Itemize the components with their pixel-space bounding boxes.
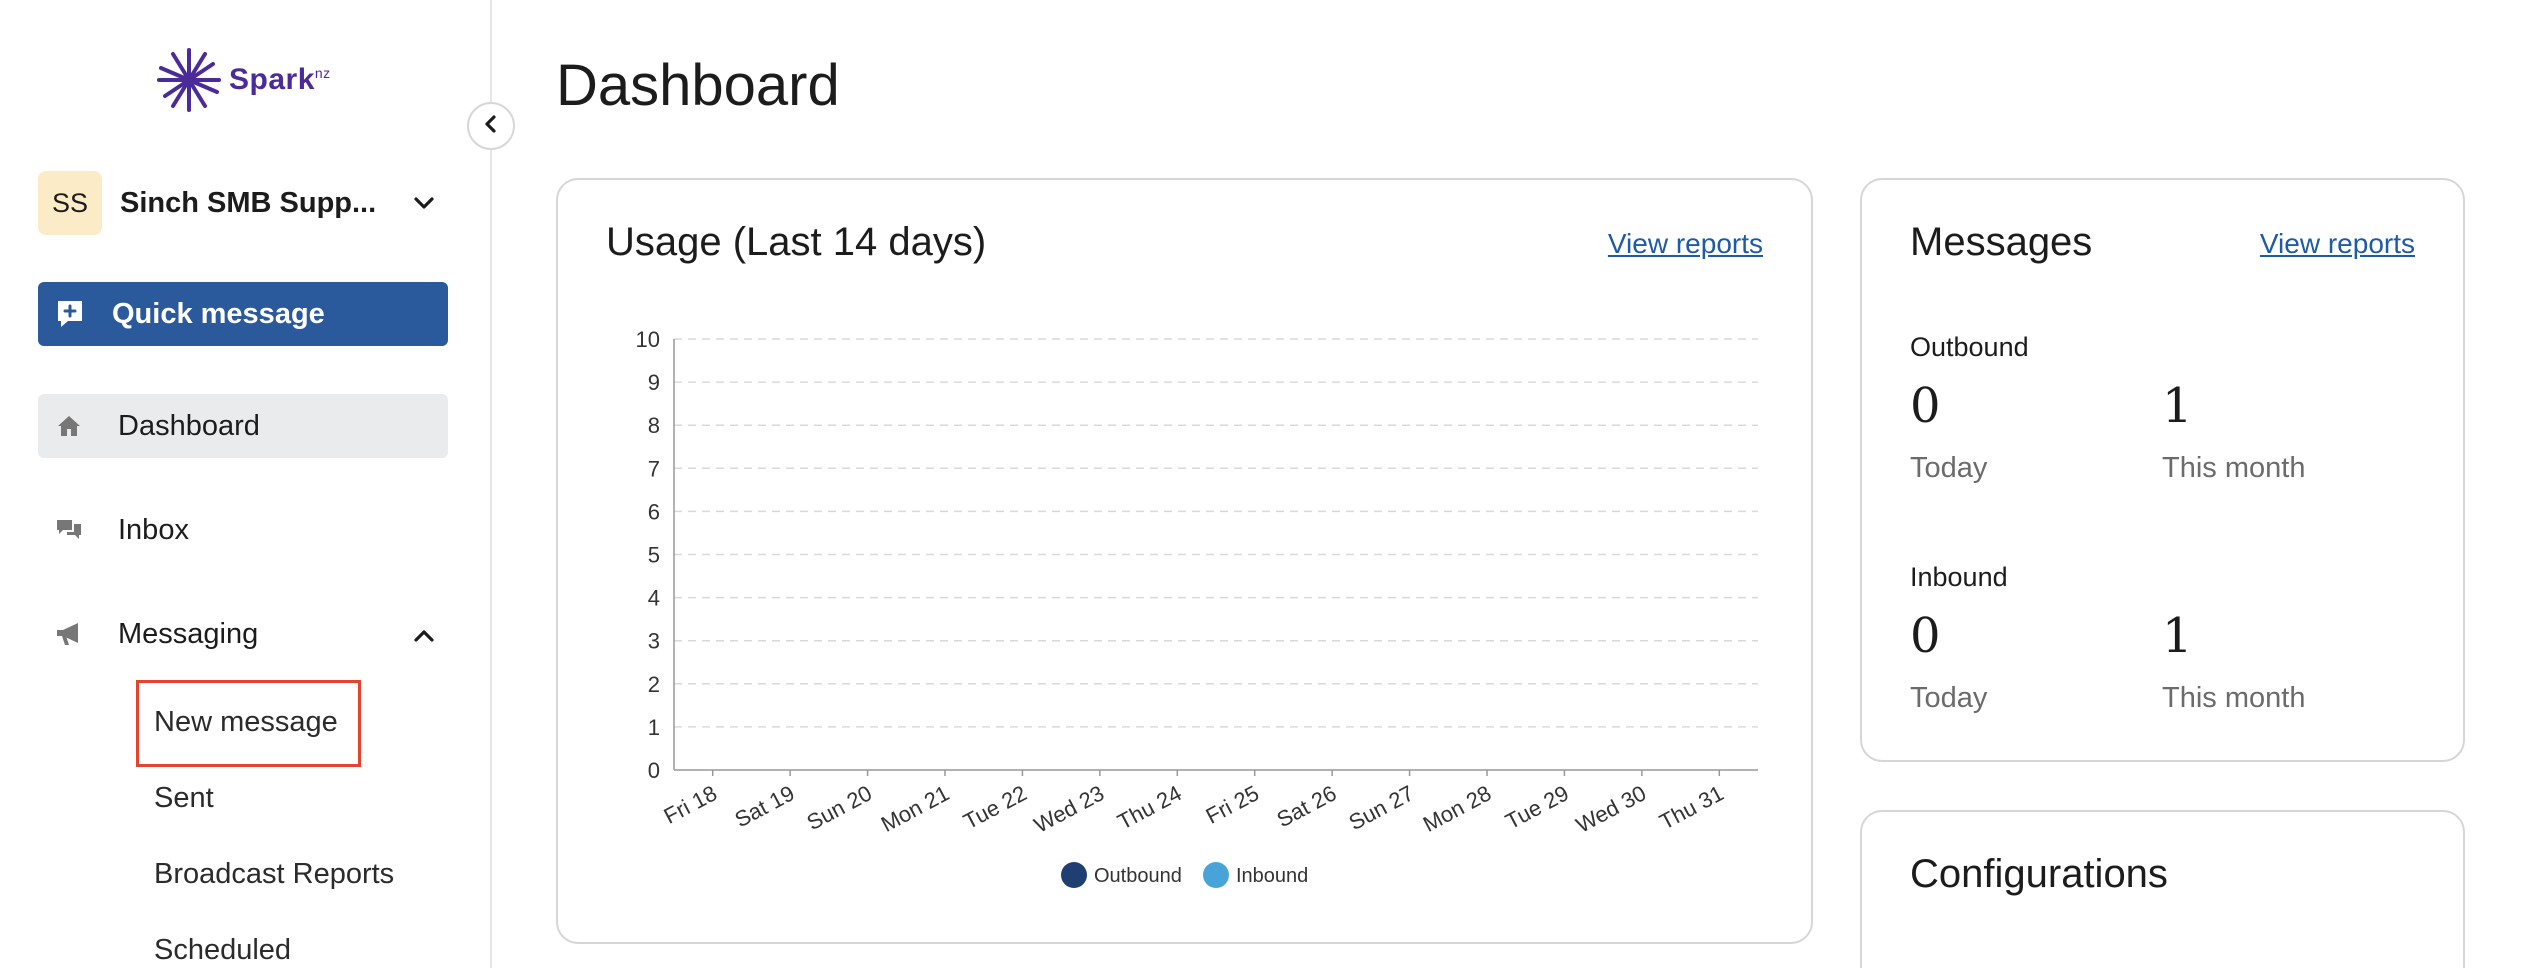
quick-message-button[interactable]: Quick message [38, 282, 448, 346]
x-tick-label: Thu 24 [1113, 780, 1185, 834]
sidebar-item-messaging[interactable]: Messaging [38, 602, 448, 666]
y-tick-label: 7 [648, 456, 660, 481]
y-tick-label: 5 [648, 543, 660, 568]
legend-swatch-inbound [1203, 862, 1229, 888]
x-tick-label: Thu 31 [1655, 780, 1727, 834]
sidebar-item-label: Inbox [118, 513, 189, 546]
x-tick-label: Sun 20 [803, 780, 876, 835]
page-title: Dashboard [556, 53, 840, 118]
legend-label: Inbound [1236, 865, 1308, 887]
chat-bubbles-icon [54, 517, 84, 543]
configurations-card: Configurations [1860, 810, 2465, 968]
messages-title: Messages [1910, 220, 2093, 264]
messages-card: Messages View reports Outbound 0 Today 1… [1860, 178, 2465, 762]
x-tick-label: Mon 28 [1419, 780, 1496, 837]
y-tick-label: 4 [648, 586, 660, 611]
spark-star-icon [157, 48, 221, 112]
y-tick-label: 9 [648, 370, 660, 395]
x-tick-label: Wed 30 [1572, 780, 1650, 837]
account-avatar: SS [38, 171, 102, 235]
x-tick-label: Fri 18 [660, 780, 721, 828]
add-message-icon [54, 298, 86, 330]
y-tick-label: 1 [648, 715, 660, 740]
x-tick-label: Sun 27 [1345, 780, 1418, 835]
y-tick-label: 8 [648, 413, 660, 438]
sidebar: Sparknz SS Sinch SMB Supp... Quick messa… [0, 0, 492, 968]
quick-message-label: Quick message [112, 297, 325, 330]
legend-label: Outbound [1094, 865, 1182, 887]
megaphone-icon [54, 620, 84, 648]
chevron-left-icon [479, 112, 503, 141]
x-tick-label: Mon 21 [877, 780, 954, 837]
sidebar-item-dashboard[interactable]: Dashboard [38, 394, 448, 458]
account-name: Sinch SMB Supp... [120, 186, 377, 219]
sidebar-subitem-broadcast-reports[interactable]: Broadcast Reports [154, 858, 394, 891]
brand-name: Sparknz [229, 63, 331, 96]
inbound-today-label: Today [1910, 682, 1988, 714]
outbound-month-label: This month [2162, 452, 2306, 484]
outbound-month-value: 1 [2162, 378, 2193, 434]
sidebar-subitem-sent[interactable]: Sent [154, 782, 214, 815]
outbound-label: Outbound [1910, 332, 2029, 362]
inbound-month-label: This month [2162, 682, 2306, 714]
inbound-label: Inbound [1910, 562, 2008, 592]
y-tick-label: 2 [648, 672, 660, 697]
legend-swatch-outbound [1061, 862, 1087, 888]
usage-card: Usage (Last 14 days) View reports 012345… [556, 178, 1813, 944]
x-tick-label: Wed 23 [1030, 780, 1108, 837]
sidebar-item-label: Messaging [118, 617, 259, 650]
home-icon [54, 413, 84, 439]
inbound-today-value: 0 [1910, 608, 1941, 664]
sidebar-subitem-scheduled[interactable]: Scheduled [154, 934, 291, 967]
usage-chart: 012345678910Fri 18 Sat 19 Sun 20 Mon 21 Tue … [636, 327, 1758, 888]
sidebar-item-inbox[interactable]: Inbox [38, 498, 448, 562]
messages-view-reports-link[interactable]: View reports [2260, 228, 2415, 260]
x-tick-label: Fri 25 [1202, 780, 1263, 828]
outbound-today-value: 0 [1910, 378, 1941, 434]
sidebar-item-label: Dashboard [118, 409, 260, 442]
y-tick-label: 0 [648, 758, 660, 783]
chevron-down-icon [410, 189, 438, 222]
collapse-sidebar-button[interactable] [467, 102, 515, 150]
y-tick-label: 3 [648, 629, 660, 654]
y-tick-label: 6 [648, 499, 660, 524]
spark-logo[interactable]: Sparknz [155, 46, 331, 114]
y-tick-label: 10 [636, 327, 660, 352]
x-tick-label: Tue 22 [959, 780, 1031, 834]
inbound-month-value: 1 [2162, 608, 2193, 664]
x-tick-label: Sat 19 [731, 780, 799, 832]
configurations-title: Configurations [1910, 852, 2168, 896]
sidebar-subitem-new-message[interactable]: New message [154, 706, 338, 739]
x-tick-label: Sat 26 [1273, 780, 1341, 832]
outbound-today-label: Today [1910, 452, 1988, 484]
account-switcher[interactable]: SS Sinch SMB Supp... [38, 171, 448, 235]
x-tick-label: Tue 29 [1501, 780, 1573, 834]
chevron-up-icon [410, 622, 438, 655]
